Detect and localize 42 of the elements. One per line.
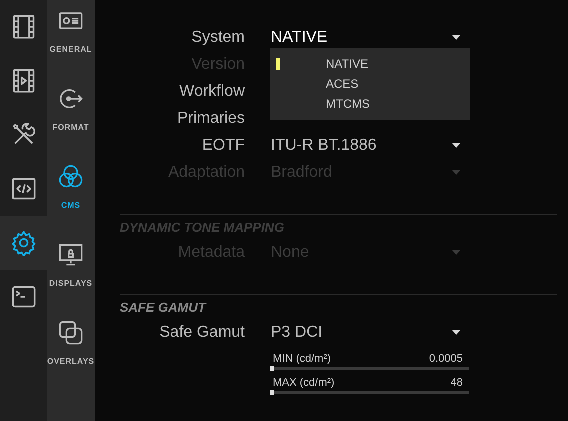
dropdown-arrow-icon <box>452 35 461 40</box>
category-tab[interactable]: GENERAL <box>47 0 95 78</box>
slider-value: 0.0005 <box>429 352 463 367</box>
dropdown-option[interactable]: ACES <box>270 74 470 94</box>
dropdown-field[interactable]: ITU-R BT.1886 <box>271 132 470 159</box>
overlapping-squares-icon <box>58 320 84 346</box>
slider-label: MIN (cd/m²) <box>273 352 332 367</box>
code-icon <box>10 176 36 202</box>
slider-value: 48 <box>450 376 463 391</box>
dropdown-arrow-icon <box>452 143 461 148</box>
film-play-icon <box>10 68 36 94</box>
category-tab[interactable]: DISPLAYS <box>47 234 95 312</box>
dropdown-option[interactable]: NATIVE <box>270 54 470 74</box>
dropdown-value: NATIVE <box>271 28 328 48</box>
dropdown-field[interactable]: P3 DCI <box>271 319 470 346</box>
setting-label: Workflow <box>178 82 245 102</box>
dropdown-field[interactable]: NATIVE <box>271 24 470 51</box>
slider-track[interactable] <box>270 391 469 394</box>
settings-icon <box>10 230 36 256</box>
slider-label: MAX (cd/m²) <box>273 376 335 391</box>
dropdown-option[interactable]: MTCMS <box>270 94 470 114</box>
dropdown-value: ITU-R BT.1886 <box>271 136 377 156</box>
terminal-icon <box>10 284 36 310</box>
dropdown-value: P3 DCI <box>271 322 323 342</box>
dropdown-arrow-icon <box>452 250 461 255</box>
category-tab[interactable]: FORMAT <box>47 78 95 156</box>
slider-thumb[interactable] <box>270 366 274 371</box>
monitor-icon <box>58 242 84 268</box>
dropdown-arrow-icon <box>452 170 461 175</box>
color-circles-icon <box>58 164 84 190</box>
setting-label: Primaries <box>176 108 245 128</box>
film-icon <box>10 14 36 40</box>
slider-thumb[interactable] <box>270 390 274 395</box>
section-title: SAFE GAMUT <box>120 300 208 316</box>
setting-label: EOTF <box>201 136 245 156</box>
dropdown-arrow-icon <box>452 330 461 335</box>
category-tab[interactable]: OVERLAYS <box>47 312 95 390</box>
setting-label: Safe Gamut <box>158 322 245 342</box>
slider-track[interactable] <box>270 367 469 370</box>
setting-label: System <box>190 28 245 48</box>
category-tab[interactable]: CMS <box>47 156 95 234</box>
selection-marker <box>276 58 280 70</box>
